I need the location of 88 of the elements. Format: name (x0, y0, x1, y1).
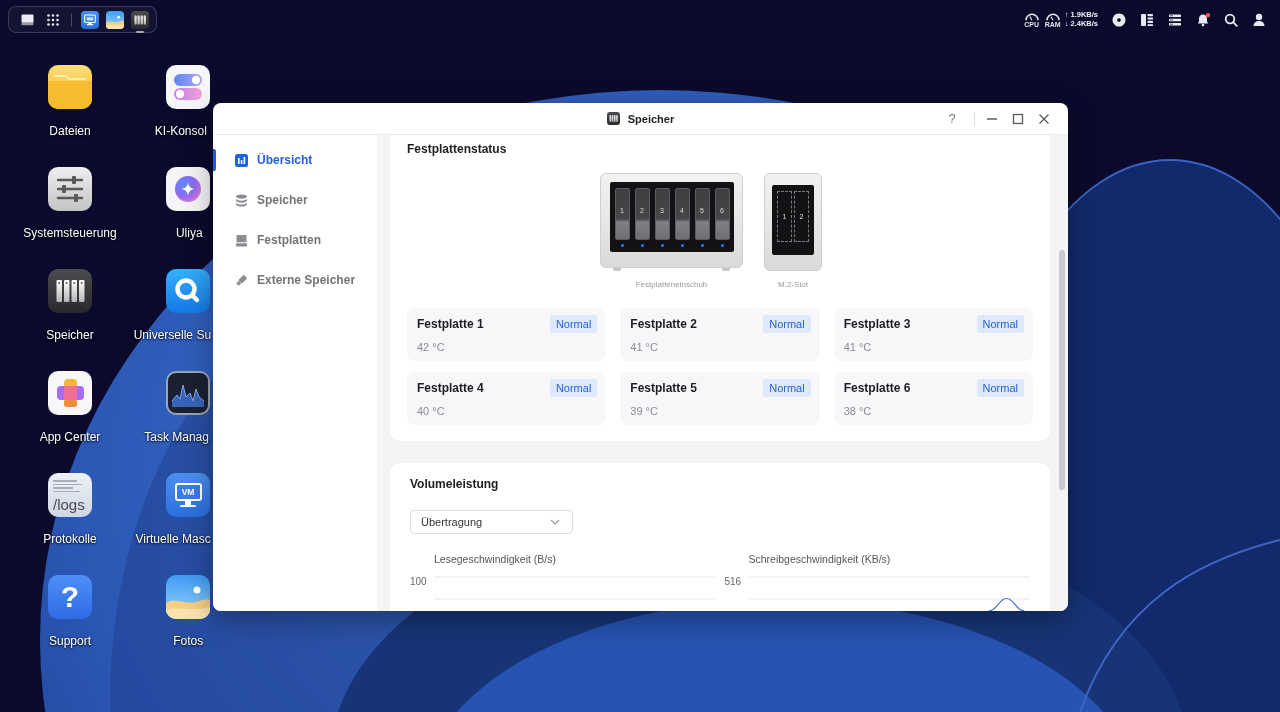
sliders-icon[interactable] (48, 167, 92, 211)
window-title: Speicher (627, 112, 675, 125)
gauge-icon[interactable] (1023, 11, 1040, 21)
drive-icon (235, 233, 248, 247)
app-label[interactable]: Fotos (173, 633, 204, 649)
disk-card[interactable]: Festplatte 2 Normal 41 °C (620, 308, 820, 361)
chart-title: Lesegeschwindigkeit (B/s) (434, 553, 556, 565)
app-label[interactable]: KI-Konsol (154, 123, 207, 139)
disk-name: Festplatte 3 (843, 317, 911, 331)
status-badge: Normal (763, 379, 811, 397)
app-label[interactable]: Systemsteuerung (23, 225, 117, 241)
status-badge: Normal (763, 315, 811, 333)
status-badge: Normal (549, 379, 598, 397)
help-icon[interactable]: ? (48, 575, 92, 619)
sparkle-orb-icon[interactable] (166, 167, 210, 211)
toggle-switches-icon[interactable] (166, 65, 210, 109)
disk-temperature: 41 °C (843, 341, 872, 353)
section-title: Volumeleistung (410, 477, 499, 491)
user-icon[interactable] (1252, 12, 1266, 27)
axis-label: 100 (410, 576, 427, 587)
disk-temperature: 40 °C (417, 405, 445, 417)
enclosure-label: M.2-Slot (778, 280, 808, 290)
disk-name: Festplatte 5 (630, 381, 697, 395)
disk-card[interactable]: Festplatte 1 Normal 42 °C (407, 308, 607, 361)
led-icon (620, 244, 624, 247)
disk-name: Festplatte 1 (417, 317, 484, 331)
disk-name: Festplatte 6 (843, 381, 911, 395)
led-icon (680, 244, 684, 247)
disk-name: Festplatte 2 (630, 317, 697, 331)
status-badge: Normal (549, 315, 598, 333)
app-label[interactable]: Virtuelle Masc (135, 531, 211, 547)
led-icon (640, 244, 644, 247)
chart-icon (235, 153, 248, 167)
chevron-down-icon (550, 519, 560, 525)
disk-temperature: 39 °C (630, 405, 658, 417)
led-icon (720, 244, 724, 247)
close-icon (1038, 112, 1050, 125)
sidebar-item[interactable]: Übersicht (213, 140, 377, 180)
landscape-icon[interactable] (106, 10, 124, 29)
app-label[interactable]: Support (49, 633, 91, 649)
sidebar-item[interactable]: Festplatten (213, 220, 377, 260)
monitor-icon[interactable]: VM (166, 473, 210, 517)
blocks-icon[interactable] (48, 371, 92, 415)
app-grid-icon[interactable] (47, 13, 59, 26)
drive-bays-icon[interactable] (48, 269, 92, 313)
disk-card[interactable]: Festplatte 4 Normal 40 °C (407, 372, 607, 425)
drive-bays-icon[interactable] (131, 10, 149, 29)
sidebar-item[interactable]: Externe Speicher (213, 260, 377, 300)
section-title: Festplattenstatus (407, 142, 507, 156)
monitor-icon[interactable] (21, 13, 34, 26)
search-icon[interactable] (1224, 12, 1238, 27)
enclosure-label: Festplatteneinschub (635, 280, 708, 290)
scrollbar-thumb[interactable] (1059, 250, 1065, 490)
search-icon[interactable] (166, 269, 210, 313)
app-label[interactable]: Uliya (175, 225, 203, 241)
led-icon (700, 244, 704, 247)
status-badge: Normal (976, 379, 1024, 397)
monitor-icon[interactable] (81, 10, 99, 29)
disk-name: Festplatte 4 (417, 381, 484, 395)
usb-stick-icon (235, 273, 248, 287)
sidebar-item[interactable]: Speicher (213, 180, 377, 220)
folder-icon[interactable] (48, 65, 92, 109)
dropdown[interactable]: Übertragung (410, 510, 573, 534)
app-label[interactable]: Speicher (46, 327, 94, 343)
disk-temperature: 41 °C (630, 341, 658, 353)
disk-temperature: 42 °C (417, 341, 445, 353)
axis-label: 516 (724, 576, 742, 587)
chart-title: Schreibgeschwindigkeit (KB/s) (748, 553, 891, 565)
maximize-icon (1012, 112, 1024, 125)
database-icon (235, 193, 248, 207)
status-badge: Normal (976, 315, 1024, 333)
disk-card[interactable]: Festplatte 5 Normal 39 °C (620, 372, 820, 425)
disk-temperature: 38 °C (843, 405, 872, 417)
led-icon (660, 244, 664, 247)
app-label[interactable]: Task Manag (144, 429, 209, 445)
landscape-icon[interactable] (166, 575, 210, 619)
log-file-icon[interactable]: /logs (48, 473, 92, 517)
help-button[interactable]: ? (944, 110, 960, 127)
disk-card[interactable]: Festplatte 3 Normal 41 °C (833, 308, 1033, 361)
disk-card[interactable]: Festplatte 6 Normal 38 °C (833, 372, 1033, 425)
area-chart-icon[interactable] (166, 371, 210, 415)
bell-icon[interactable] (1196, 12, 1210, 27)
drive-bays-icon (606, 112, 620, 125)
panel-layout-icon[interactable] (1140, 12, 1154, 27)
gauge-icon[interactable] (1044, 11, 1061, 21)
speed-line (987, 597, 1025, 611)
list-icon[interactable] (1168, 12, 1182, 27)
app-label[interactable]: Dateien (49, 123, 91, 139)
